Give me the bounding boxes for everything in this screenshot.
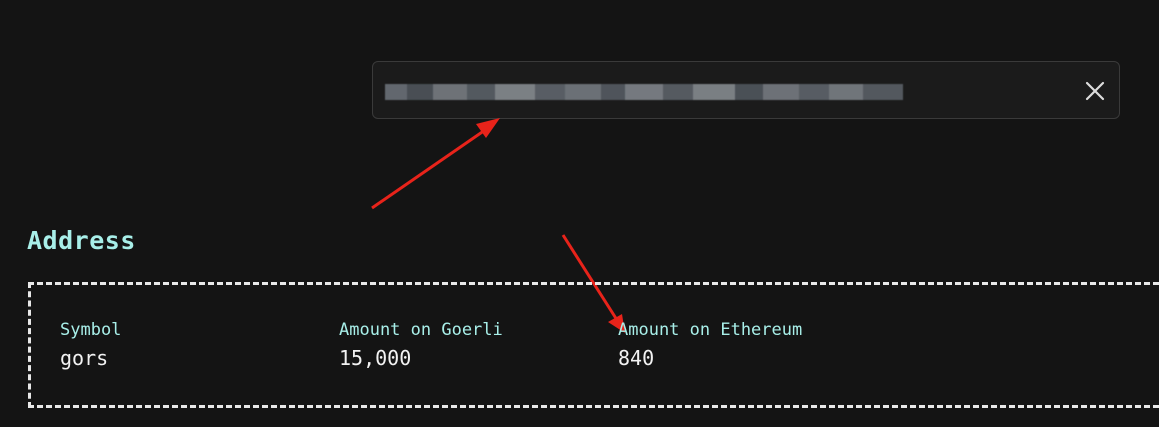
close-icon[interactable] (1083, 79, 1107, 103)
section-title: Address (27, 226, 136, 255)
address-search-input[interactable] (372, 61, 1120, 119)
column-header: Symbol (60, 320, 122, 340)
column-value: 840 (618, 346, 655, 370)
token-balance-table: Symbol gors Amount on Goerli 15,000 Amou… (28, 282, 1159, 408)
page: Address Symbol gors Amount on Goerli 15,… (0, 0, 1159, 427)
column-amount-ethereum: Amount on Ethereum 840 (618, 319, 802, 372)
redacted-address-value (385, 84, 903, 100)
column-symbol: Symbol gors (60, 319, 121, 372)
annotation-arrow-to-input (371, 118, 500, 210)
column-header: Amount on Ethereum (618, 320, 803, 340)
column-amount-goerli: Amount on Goerli 15,000 (339, 319, 503, 372)
column-header: Amount on Goerli (339, 320, 503, 340)
column-value: 15,000 (339, 346, 412, 370)
column-value: gors (60, 346, 109, 370)
